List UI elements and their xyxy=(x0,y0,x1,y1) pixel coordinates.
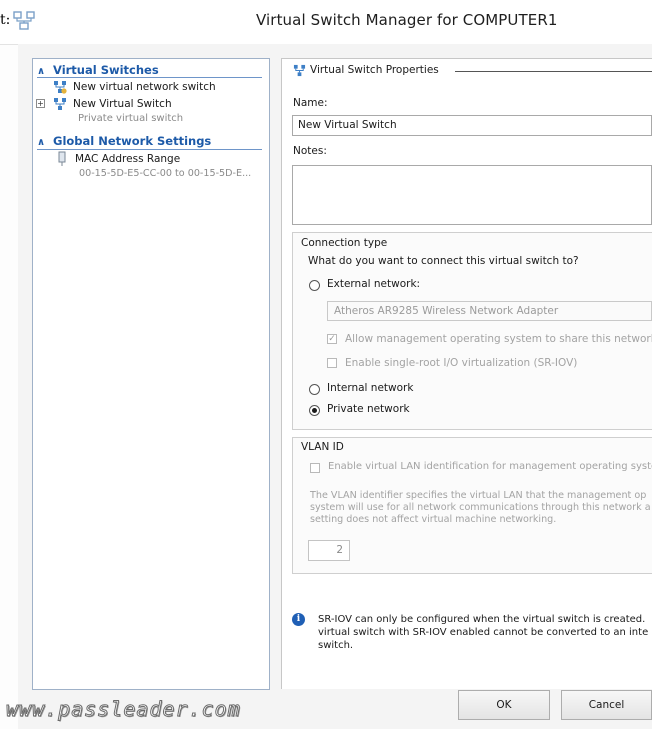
window-prefix-text: t: xyxy=(0,12,11,28)
private-network-label: Private network xyxy=(327,403,410,415)
internal-network-radio[interactable] xyxy=(309,384,320,395)
notes-label: Notes: xyxy=(293,145,327,157)
name-label: Name: xyxy=(293,97,328,109)
nav-item-mac-address-range[interactable]: MAC Address Range xyxy=(75,153,180,165)
sriov-label: Enable single-root I/O virtualization (S… xyxy=(345,357,578,369)
vlan-enable-label: Enable virtual LAN identification for ma… xyxy=(328,461,652,472)
virtual-switch-properties-title: Virtual Switch Properties xyxy=(310,64,439,76)
global-network-settings-header[interactable]: ∧ Global Network Settings xyxy=(37,134,211,148)
ok-button[interactable]: OK xyxy=(458,690,550,720)
window-title: Virtual Switch Manager for COMPUTER1 xyxy=(256,11,558,29)
connection-type-title: Connection type xyxy=(301,237,388,249)
cancel-button[interactable]: Cancel xyxy=(561,690,652,720)
notes-input[interactable] xyxy=(292,165,652,225)
internal-network-label: Internal network xyxy=(327,382,414,394)
info-icon: i xyxy=(292,613,305,626)
name-input[interactable]: New Virtual Switch xyxy=(292,115,652,136)
new-switch-icon xyxy=(54,81,67,94)
vlan-id-input[interactable]: 2 xyxy=(308,540,350,561)
vlan-description: The VLAN identifier specifies the virtua… xyxy=(310,490,651,525)
allow-management-label: Allow management operating system to sha… xyxy=(345,333,652,345)
external-network-label: External network: xyxy=(327,278,421,290)
virtual-switches-header[interactable]: ∧ Virtual Switches xyxy=(37,63,159,77)
nav-item-new-virtual-network-switch[interactable]: New virtual network switch xyxy=(73,81,216,93)
collapse-chevron-icon: ∧ xyxy=(37,66,46,77)
section-divider xyxy=(455,71,652,72)
watermark-text: www.passleader.com xyxy=(6,697,241,722)
global-network-settings-label: Global Network Settings xyxy=(53,134,212,148)
collapse-chevron-icon: ∧ xyxy=(37,137,46,148)
vlan-id-title: VLAN ID xyxy=(301,441,344,453)
external-network-radio[interactable] xyxy=(309,280,320,291)
switch-type-subtitle: Private virtual switch xyxy=(78,113,184,124)
virtual-switches-header-label: Virtual Switches xyxy=(53,63,159,77)
mac-address-icon xyxy=(58,151,66,166)
allow-management-checkbox[interactable]: ✓ xyxy=(327,334,337,344)
connection-question: What do you want to connect this virtual… xyxy=(308,255,579,267)
switch-properties-icon xyxy=(293,64,306,77)
virtual-switches-divider xyxy=(37,77,262,78)
mac-range-value: 00-15-5D-E5-CC-00 to 00-15-5D-E... xyxy=(79,168,252,179)
network-adapter-dropdown[interactable]: Atheros AR9285 Wireless Network Adapter xyxy=(327,301,652,321)
vlan-enable-checkbox[interactable] xyxy=(310,463,320,473)
global-settings-divider xyxy=(37,149,262,150)
title-bar: t: Virtual Switch Manager for COMPUTER1 xyxy=(0,0,652,45)
virtual-switch-manager-icon xyxy=(13,11,35,30)
sriov-checkbox[interactable] xyxy=(327,358,337,368)
virtual-switch-icon xyxy=(54,98,66,110)
window: t: Virtual Switch Manager for COMPUTER1 … xyxy=(0,0,652,729)
private-network-radio[interactable] xyxy=(309,405,320,416)
sriov-info-text: SR-IOV can only be configured when the v… xyxy=(318,614,649,651)
nav-item-new-virtual-switch[interactable]: New Virtual Switch xyxy=(73,98,172,110)
expand-icon[interactable]: + xyxy=(36,99,45,108)
